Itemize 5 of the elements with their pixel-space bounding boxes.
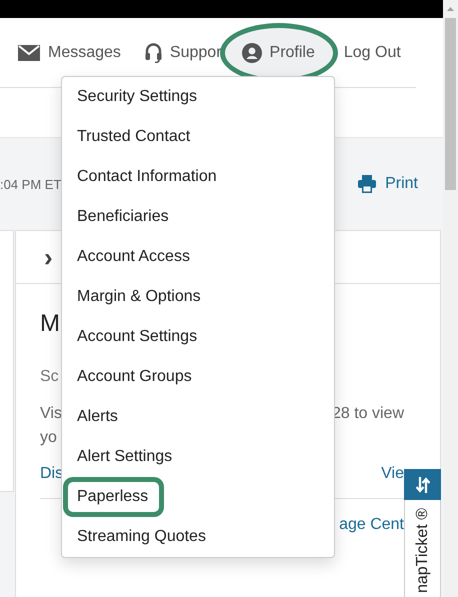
card-subtitle: Sc	[40, 368, 59, 386]
timestamp: :04 PM ET	[0, 176, 62, 192]
card-heading: M	[40, 310, 60, 339]
body-text: yo	[40, 429, 57, 447]
body-text: Vis	[40, 405, 62, 423]
